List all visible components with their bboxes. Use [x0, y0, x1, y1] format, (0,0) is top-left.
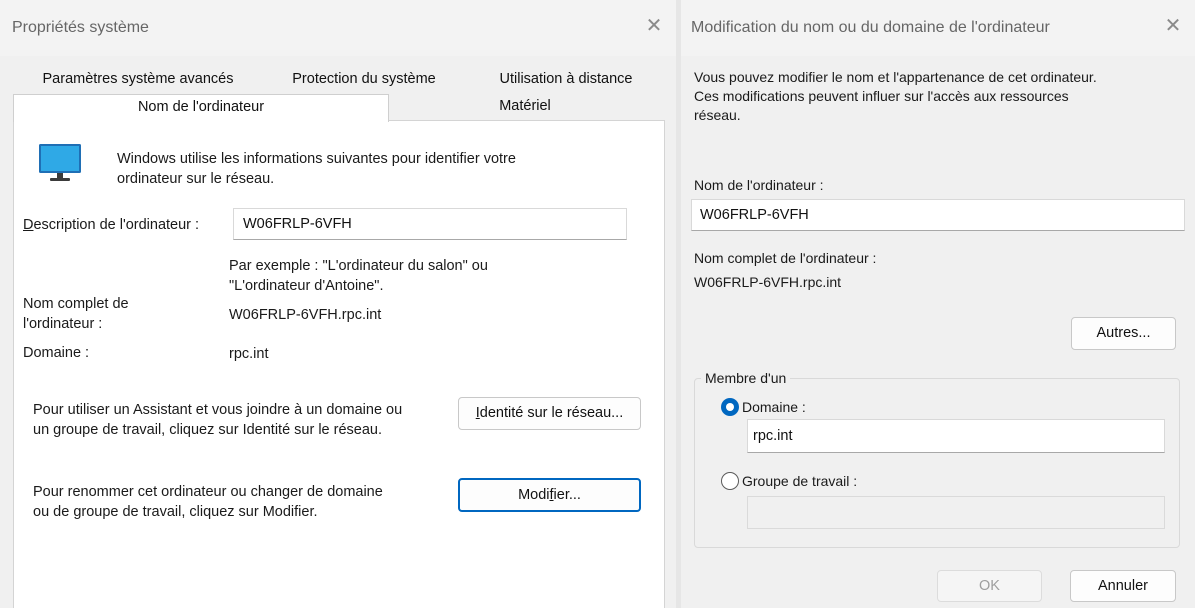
full-computer-name-label: Nom complet de l'ordinateur : — [694, 250, 877, 266]
dialog-intro-line-1: Vous pouvez modifier le nom et l'apparte… — [694, 69, 1097, 85]
member-of-label: Membre d'un — [701, 369, 791, 388]
description-label: Description de l'ordinateur : — [23, 216, 199, 235]
rename-text-line-2: ou de groupe de travail, cliquez sur Mod… — [33, 504, 318, 520]
description-label-text: escription de l'ordinateur : — [33, 217, 200, 233]
dialog-intro-line-2: Ces modifications peuvent influer sur l'… — [694, 88, 1069, 104]
dialog-intro-line-3: réseau. — [694, 107, 741, 123]
workgroup-radio-label[interactable]: Groupe de travail : — [742, 472, 857, 491]
tab-remote-use[interactable]: Utilisation à distance — [480, 67, 652, 92]
close-icon[interactable]: ✕ — [642, 14, 666, 38]
domain-value: rpc.int — [229, 346, 269, 362]
system-properties-window: Propriétés système ✕ Paramètres système … — [0, 0, 676, 608]
dialog-title-bar: Modification du nom ou du domaine de l'o… — [681, 0, 1195, 56]
network-id-button[interactable]: Identité sur le réseau... — [458, 397, 641, 430]
computer-name-label: Nom de l'ordinateur : — [694, 177, 824, 193]
full-computer-name-value: W06FRLP-6VFH.rpc.int — [694, 274, 842, 290]
description-label-accesskey: D — [23, 217, 34, 233]
intro-text-line-2: ordinateur sur le réseau. — [117, 171, 275, 187]
tab-system-protection[interactable]: Protection du système — [264, 67, 464, 92]
modify-button-post: ier... — [553, 487, 581, 503]
workgroup-input[interactable] — [747, 496, 1165, 529]
rename-dialog: Modification du nom ou du domaine de l'o… — [681, 0, 1195, 608]
tab-advanced-settings[interactable]: Paramètres système avancés — [30, 67, 246, 92]
intro-text-line-1: Windows utilise les informations suivant… — [117, 151, 516, 167]
computer-name-panel: Windows utilise les informations suivant… — [13, 120, 665, 608]
description-input[interactable]: W06FRLP-6VFH — [233, 208, 627, 240]
example-text-line-1: Par exemple : "L'ordinateur du salon" ou — [229, 258, 488, 274]
domain-input[interactable]: rpc.int — [747, 419, 1165, 453]
domain-radio-label[interactable]: Domaine : — [742, 398, 806, 417]
modify-button[interactable]: Modifier... — [458, 478, 641, 512]
fullname-label-line-1: Nom complet de — [23, 296, 129, 312]
more-button[interactable]: Autres... — [1071, 317, 1176, 350]
network-id-text-line-1: Pour utiliser un Assistant et vous joind… — [33, 402, 403, 418]
modify-button-pre: Modi — [518, 487, 550, 503]
network-id-button-label: dentité sur le réseau... — [479, 405, 624, 421]
window-title: Propriétés système — [12, 19, 149, 36]
network-id-text-line-2: un groupe de travail, cliquez sur Identi… — [33, 422, 383, 438]
fullname-label-line-2: l'ordinateur : — [23, 316, 103, 332]
monitor-icon — [39, 144, 81, 181]
domain-label: Domaine : — [23, 345, 90, 361]
dialog-title: Modification du nom ou du domaine de l'o… — [691, 19, 1050, 36]
example-text-line-2: "L'ordinateur d'Antoine". — [229, 278, 384, 294]
fullname-value: W06FRLP-6VFH.rpc.int — [229, 307, 382, 323]
title-bar: Propriétés système ✕ — [0, 0, 676, 56]
tab-hardware[interactable]: Matériel — [387, 94, 663, 119]
workgroup-radio[interactable] — [721, 472, 739, 490]
cancel-button[interactable]: Annuler — [1070, 570, 1176, 602]
tab-computer-name[interactable]: Nom de l'ordinateur — [13, 94, 389, 122]
rename-text-line-1: Pour renommer cet ordinateur ou changer … — [33, 484, 383, 500]
domain-radio[interactable] — [721, 398, 739, 416]
computer-name-input[interactable]: W06FRLP-6VFH — [691, 199, 1185, 231]
dialog-close-icon[interactable]: ✕ — [1161, 14, 1185, 38]
ok-button[interactable]: OK — [937, 570, 1042, 602]
